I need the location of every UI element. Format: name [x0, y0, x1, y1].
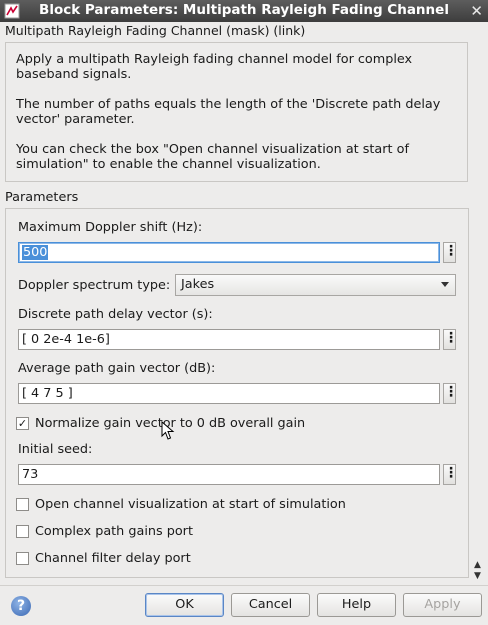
initial-seed-more-button[interactable]: ⋮	[443, 464, 458, 485]
help-icon[interactable]: ?	[11, 596, 31, 616]
window-title: Block Parameters: Multipath Rayleigh Fad…	[39, 2, 449, 18]
ok-button[interactable]: OK	[145, 593, 224, 617]
cancel-button[interactable]: Cancel	[231, 593, 310, 617]
filter-delay-label: Channel filter delay port	[35, 551, 191, 566]
title-bar: Block Parameters: Multipath Rayleigh Fad…	[0, 0, 488, 22]
scroll-up-icon[interactable]: ▲	[474, 560, 481, 570]
initial-seed-input[interactable]: 73	[18, 464, 440, 485]
block-description: Apply a multipath Rayleigh fading channe…	[5, 42, 468, 182]
close-icon[interactable]: ✕	[470, 2, 483, 20]
path-delay-label: Discrete path delay vector (s):	[18, 307, 213, 322]
path-delay-input[interactable]: [ 0 2e-4 1e-6]	[18, 329, 440, 350]
button-bar: ? OK Cancel Help Apply	[0, 585, 488, 625]
mouse-cursor-icon	[161, 421, 175, 440]
filter-delay-checkbox[interactable]	[16, 552, 29, 565]
chevron-down-icon	[441, 282, 449, 287]
open-visualization-checkbox[interactable]	[16, 498, 29, 511]
initial-seed-label: Initial seed:	[18, 442, 93, 457]
doppler-spectrum-dropdown[interactable]: Jakes	[175, 274, 456, 296]
complex-gains-label: Complex path gains port	[35, 524, 193, 539]
normalize-checkbox[interactable]: ✓	[16, 417, 29, 430]
block-name: Multipath Rayleigh Fading Channel (mask)…	[5, 23, 306, 38]
description-paragraph: The number of paths equals the length of…	[16, 97, 441, 127]
path-gain-more-button[interactable]: ⋮	[443, 383, 458, 404]
help-button[interactable]: Help	[317, 593, 396, 617]
max-doppler-label: Maximum Doppler shift (Hz):	[18, 220, 203, 235]
doppler-spectrum-value: Jakes	[181, 277, 215, 292]
max-doppler-more-button[interactable]: ⋮	[443, 242, 458, 263]
path-gain-label: Average path gain vector (dB):	[18, 361, 216, 376]
complex-gains-checkbox[interactable]	[16, 525, 29, 538]
description-paragraph: You can check the box "Open channel visu…	[16, 142, 409, 172]
scroll-down-icon[interactable]: ▼	[474, 571, 481, 581]
description-paragraph: Apply a multipath Rayleigh fading channe…	[16, 52, 413, 82]
max-doppler-input[interactable]: 500	[18, 242, 440, 263]
max-doppler-value: 500	[22, 245, 49, 260]
open-visualization-label: Open channel visualization at start of s…	[35, 497, 346, 512]
path-delay-more-button[interactable]: ⋮	[443, 329, 458, 350]
doppler-spectrum-label: Doppler spectrum type:	[18, 278, 171, 293]
apply-button[interactable]: Apply	[403, 593, 482, 617]
parameters-heading: Parameters	[5, 190, 79, 205]
path-gain-input[interactable]: [ 4 7 5 ]	[18, 383, 440, 404]
